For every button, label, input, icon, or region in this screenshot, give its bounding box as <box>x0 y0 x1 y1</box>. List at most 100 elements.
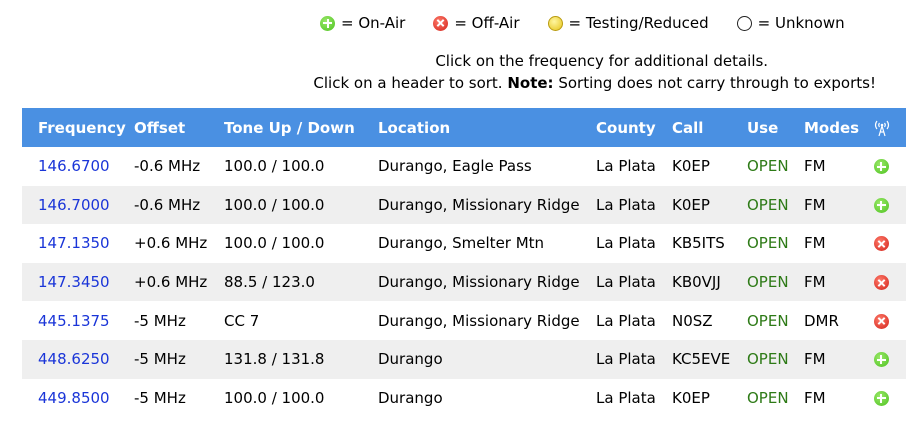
off-air-icon <box>873 236 889 252</box>
cell-county: La Plata <box>588 262 664 302</box>
cell-call: KB0VJJ <box>664 262 739 302</box>
cell-frequency: 147.1350 <box>22 224 126 263</box>
header-use[interactable]: Use <box>739 108 796 147</box>
header-location[interactable]: Location <box>370 108 588 147</box>
note-label: Note: <box>507 74 554 92</box>
legend-label-unknown: = Unknown <box>757 14 845 32</box>
legend-item-unknown: = Unknown <box>736 14 845 32</box>
unknown-icon <box>736 15 752 31</box>
header-modes[interactable]: Modes <box>796 108 866 147</box>
cell-location: Durango <box>378 388 443 407</box>
cell-status <box>866 301 906 340</box>
cell-frequency: 448.6250 <box>22 339 126 379</box>
cell-use: OPEN <box>747 157 789 176</box>
header-call[interactable]: Call <box>664 108 739 147</box>
table-row: 146.7000 -0.6 MHz 100.0 / 100.0 Durango, Mi… <box>22 185 906 225</box>
on-air-icon <box>320 15 335 31</box>
instruction-sort-warning: Sorting does not carry through to export… <box>553 74 876 92</box>
table-row: 448.6250 -5 MHz 131.8 / 131.8 Durango La Pla… <box>22 339 906 379</box>
frequency-link[interactable]: 146.7000 <box>38 196 110 214</box>
cell-tone: 100.0 / 100.0 <box>216 185 370 225</box>
cell-county: La Plata <box>588 339 664 379</box>
cell-offset: -5 MHz <box>126 339 216 379</box>
legend-label-off-air: = Off-Air <box>454 14 520 32</box>
cell-offset: +0.6 MHz <box>134 234 208 253</box>
frequency-link[interactable]: 449.8500 <box>38 389 110 407</box>
legend-item-on-air: = On-Air <box>320 14 405 32</box>
header-offset[interactable]: Offset <box>126 108 216 147</box>
cell-call: KC5EVE <box>664 339 739 379</box>
cell-frequency: 146.7000 <box>22 185 126 225</box>
cell-status <box>866 379 906 418</box>
legend-label-testing: = Testing/Reduced <box>568 14 709 32</box>
off-air-icon <box>873 275 889 291</box>
header-county[interactable]: County <box>588 108 664 147</box>
cell-status <box>866 185 906 225</box>
frequency-link[interactable]: 147.3450 <box>38 273 110 291</box>
cell-use: OPEN <box>747 311 789 330</box>
frequency-link[interactable]: 147.1350 <box>38 234 110 252</box>
frequency-link[interactable]: 448.6250 <box>38 350 110 368</box>
table-header-row: Frequency Offset Tone Up / Down Location… <box>22 108 906 147</box>
cell-modes: FM <box>804 388 826 407</box>
cell-county: La Plata <box>596 157 656 176</box>
legend-item-off-air: = Off-Air <box>433 14 520 32</box>
table-row: 147.3450 +0.6 MHz 88.5 / 123.0 Durango, Mis… <box>22 262 906 302</box>
cell-offset: -0.6 MHz <box>126 185 216 225</box>
off-air-icon <box>433 15 449 31</box>
cell-status <box>866 339 906 379</box>
instructions: Click on the frequency for additional de… <box>313 50 876 94</box>
cell-tone: 100.0 / 100.0 <box>224 388 325 407</box>
cell-frequency: 147.3450 <box>22 262 126 302</box>
table-row: 445.1375 -5 MHz CC 7 Durango, Missionary Ri… <box>22 301 906 340</box>
cell-use: OPEN <box>739 185 796 225</box>
antenna-icon <box>874 118 890 136</box>
cell-location: Durango, Missionary Ridge <box>378 311 580 330</box>
header-tone[interactable]: Tone Up / Down <box>216 108 370 147</box>
header-status[interactable] <box>866 108 906 147</box>
table-row: 147.1350 +0.6 MHz 100.0 / 100.0 Durango, Sm… <box>22 224 906 263</box>
cell-offset: +0.6 MHz <box>126 262 216 302</box>
off-air-icon <box>873 313 889 329</box>
cell-frequency: 146.6700 <box>22 147 126 186</box>
cell-call: K0EP <box>672 157 710 176</box>
cell-use: OPEN <box>739 339 796 379</box>
cell-county: La Plata <box>596 311 656 330</box>
cell-offset: -0.6 MHz <box>134 157 201 176</box>
frequency-link[interactable]: 445.1375 <box>38 312 110 330</box>
cell-call: K0EP <box>664 185 739 225</box>
cell-county: La Plata <box>596 234 656 253</box>
testing-reduced-icon <box>547 15 563 31</box>
cell-tone: 100.0 / 100.0 <box>224 234 325 253</box>
legend-label-on-air: = On-Air <box>341 14 406 32</box>
cell-use: OPEN <box>747 388 789 407</box>
cell-tone: 88.5 / 123.0 <box>216 262 370 302</box>
cell-modes: FM <box>804 234 826 253</box>
cell-county: La Plata <box>588 185 664 225</box>
status-legend: = On-Air = Off-Air = Testing/Reduced = U… <box>320 12 845 34</box>
cell-status <box>866 224 906 263</box>
cell-status <box>866 147 906 186</box>
on-air-icon <box>873 352 889 368</box>
cell-modes: FM <box>796 262 866 302</box>
cell-location: Durango <box>370 339 588 379</box>
cell-call: KB5ITS <box>672 234 725 253</box>
frequency-link[interactable]: 146.6700 <box>38 157 110 175</box>
cell-location: Durango, Smelter Mtn <box>378 234 545 253</box>
table-row: 449.8500 -5 MHz 100.0 / 100.0 Durango La Pla… <box>22 379 906 418</box>
cell-tone: CC 7 <box>224 311 260 330</box>
header-frequency[interactable]: Frequency <box>22 108 126 147</box>
cell-offset: -5 MHz <box>134 388 186 407</box>
cell-location: Durango, Missionary Ridge <box>370 262 588 302</box>
cell-use: OPEN <box>747 234 789 253</box>
cell-county: La Plata <box>596 388 656 407</box>
cell-modes: DMR <box>804 311 839 330</box>
on-air-icon <box>873 390 889 406</box>
cell-tone: 100.0 / 100.0 <box>224 157 325 176</box>
instruction-sort-text: Click on a header to sort. <box>313 74 508 92</box>
instruction-sort: Click on a header to sort. Note: Sorting… <box>313 72 876 94</box>
table-row: 146.6700 -0.6 MHz 100.0 / 100.0 Durango, Ea… <box>22 147 906 186</box>
cell-location: Durango, Missionary Ridge <box>370 185 588 225</box>
on-air-icon <box>873 159 889 175</box>
cell-frequency: 449.8500 <box>22 379 126 418</box>
